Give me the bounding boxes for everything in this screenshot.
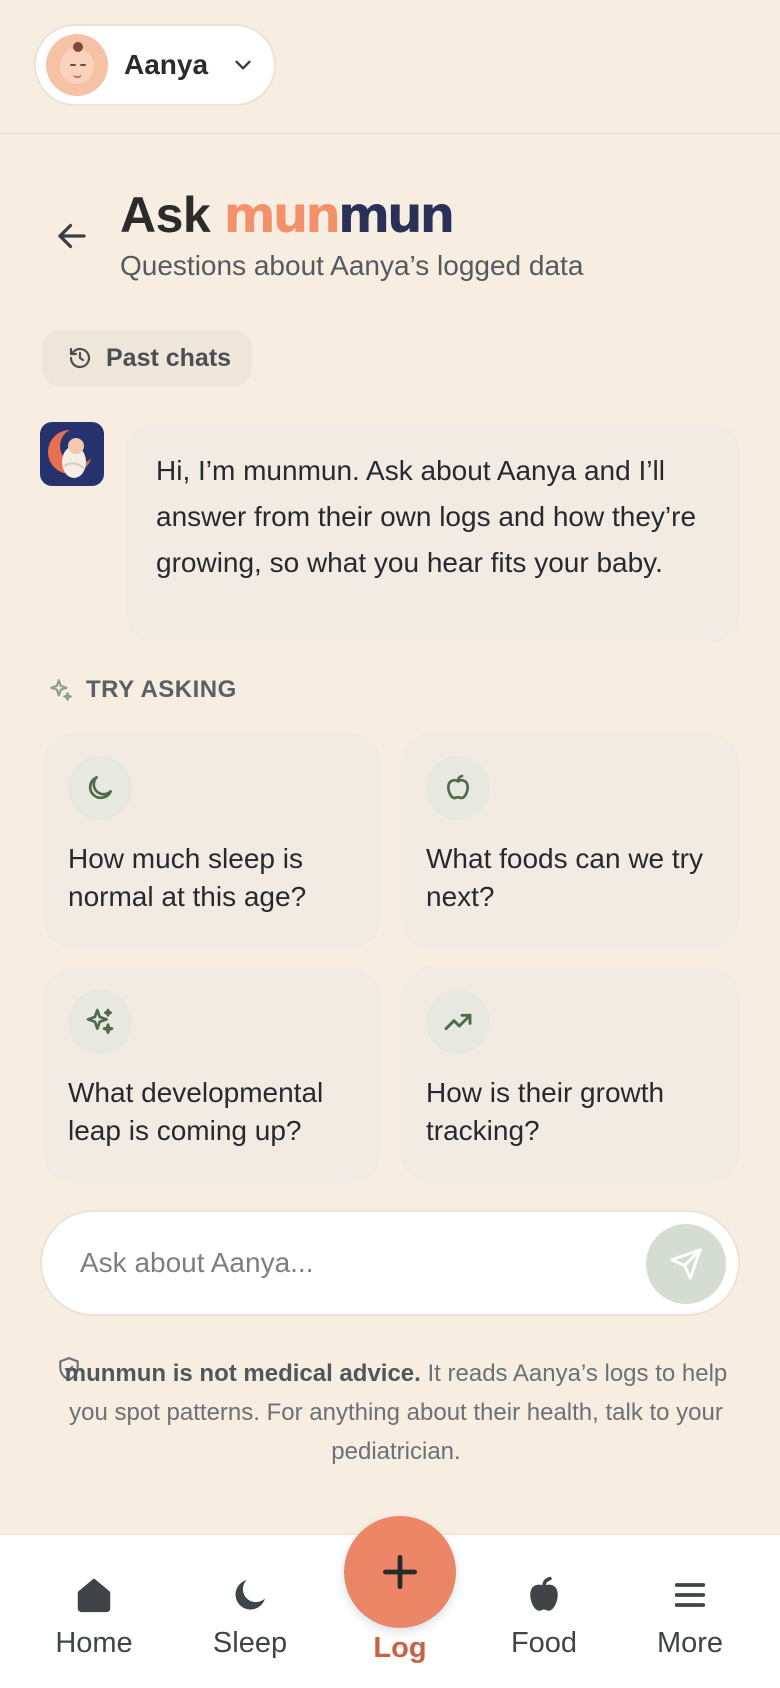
nav-sleep-label: Sleep	[212, 1627, 288, 1659]
nav-more-label: More	[656, 1627, 724, 1659]
chevron-down-icon	[235, 60, 251, 70]
bot-message: Hi, I’m munmun. Ask about Aanya and I’ll…	[126, 424, 740, 642]
nav-food-label: Food	[510, 1627, 578, 1659]
brand-logo-part2: mun	[337, 186, 455, 244]
nav-food[interactable]: Food	[484, 1573, 604, 1660]
page-title: Ask munmun	[120, 186, 455, 244]
profile-name: Aanya	[124, 49, 209, 80]
disclaimer-bold: munmun is not medical advice.	[64, 1360, 421, 1387]
nav-more[interactable]: More	[630, 1573, 750, 1660]
munmun-avatar	[40, 422, 104, 486]
suggestion-card-development[interactable]: What developmental leap is coming up?	[42, 966, 382, 1184]
log-button[interactable]	[344, 1516, 456, 1628]
top-bar: Aanya	[0, 0, 780, 134]
page-subtitle: Questions about Aanya’s logged data	[120, 250, 584, 281]
past-chats-button[interactable]: Past chats	[42, 330, 252, 386]
plus-icon	[382, 1554, 418, 1590]
brand-logo-part1: mun	[223, 186, 341, 244]
try-asking-label: TRY ASKING	[86, 676, 237, 703]
suggestion-text: What developmental leap is coming up?	[68, 1077, 324, 1146]
apple-icon	[426, 756, 490, 820]
try-asking-heading: TRY ASKING	[48, 676, 237, 704]
past-chats-label: Past chats	[106, 343, 232, 372]
apple-icon	[530, 1576, 558, 1611]
send-button[interactable]	[646, 1224, 726, 1304]
moon-icon	[235, 1580, 265, 1610]
profile-switcher[interactable]: Aanya	[34, 24, 276, 106]
menu-icon	[674, 1583, 706, 1607]
medical-disclaimer: munmun is not medical advice. It reads A…	[56, 1354, 736, 1471]
suggestion-card-sleep[interactable]: How much sleep is normal at this age?	[42, 732, 382, 950]
send-icon	[670, 1248, 702, 1280]
nav-home-label: Home	[55, 1627, 133, 1659]
suggestion-text: What foods can we try next?	[426, 843, 704, 912]
nav-home[interactable]: Home	[34, 1573, 154, 1660]
sparkles-icon	[68, 990, 132, 1054]
suggestion-card-growth[interactable]: How is their growth tracking?	[400, 966, 740, 1184]
ask-input-bar	[40, 1210, 740, 1316]
title-prefix: Ask	[120, 187, 211, 243]
nav-log-label: Log	[373, 1632, 427, 1664]
suggestion-card-food[interactable]: What foods can we try next?	[400, 732, 740, 950]
baby-avatar	[46, 34, 108, 96]
sparkles-icon	[50, 679, 72, 701]
suggestion-text: How much sleep is normal at this age?	[68, 843, 307, 912]
home-icon	[77, 1578, 111, 1613]
nav-sleep[interactable]: Sleep	[190, 1573, 310, 1660]
back-arrow-icon[interactable]	[54, 218, 90, 254]
ask-input[interactable]	[80, 1238, 640, 1288]
history-icon	[69, 347, 91, 369]
trending-up-icon	[426, 990, 490, 1054]
suggestion-text: How is their growth tracking?	[426, 1077, 665, 1146]
moon-icon	[68, 756, 132, 820]
